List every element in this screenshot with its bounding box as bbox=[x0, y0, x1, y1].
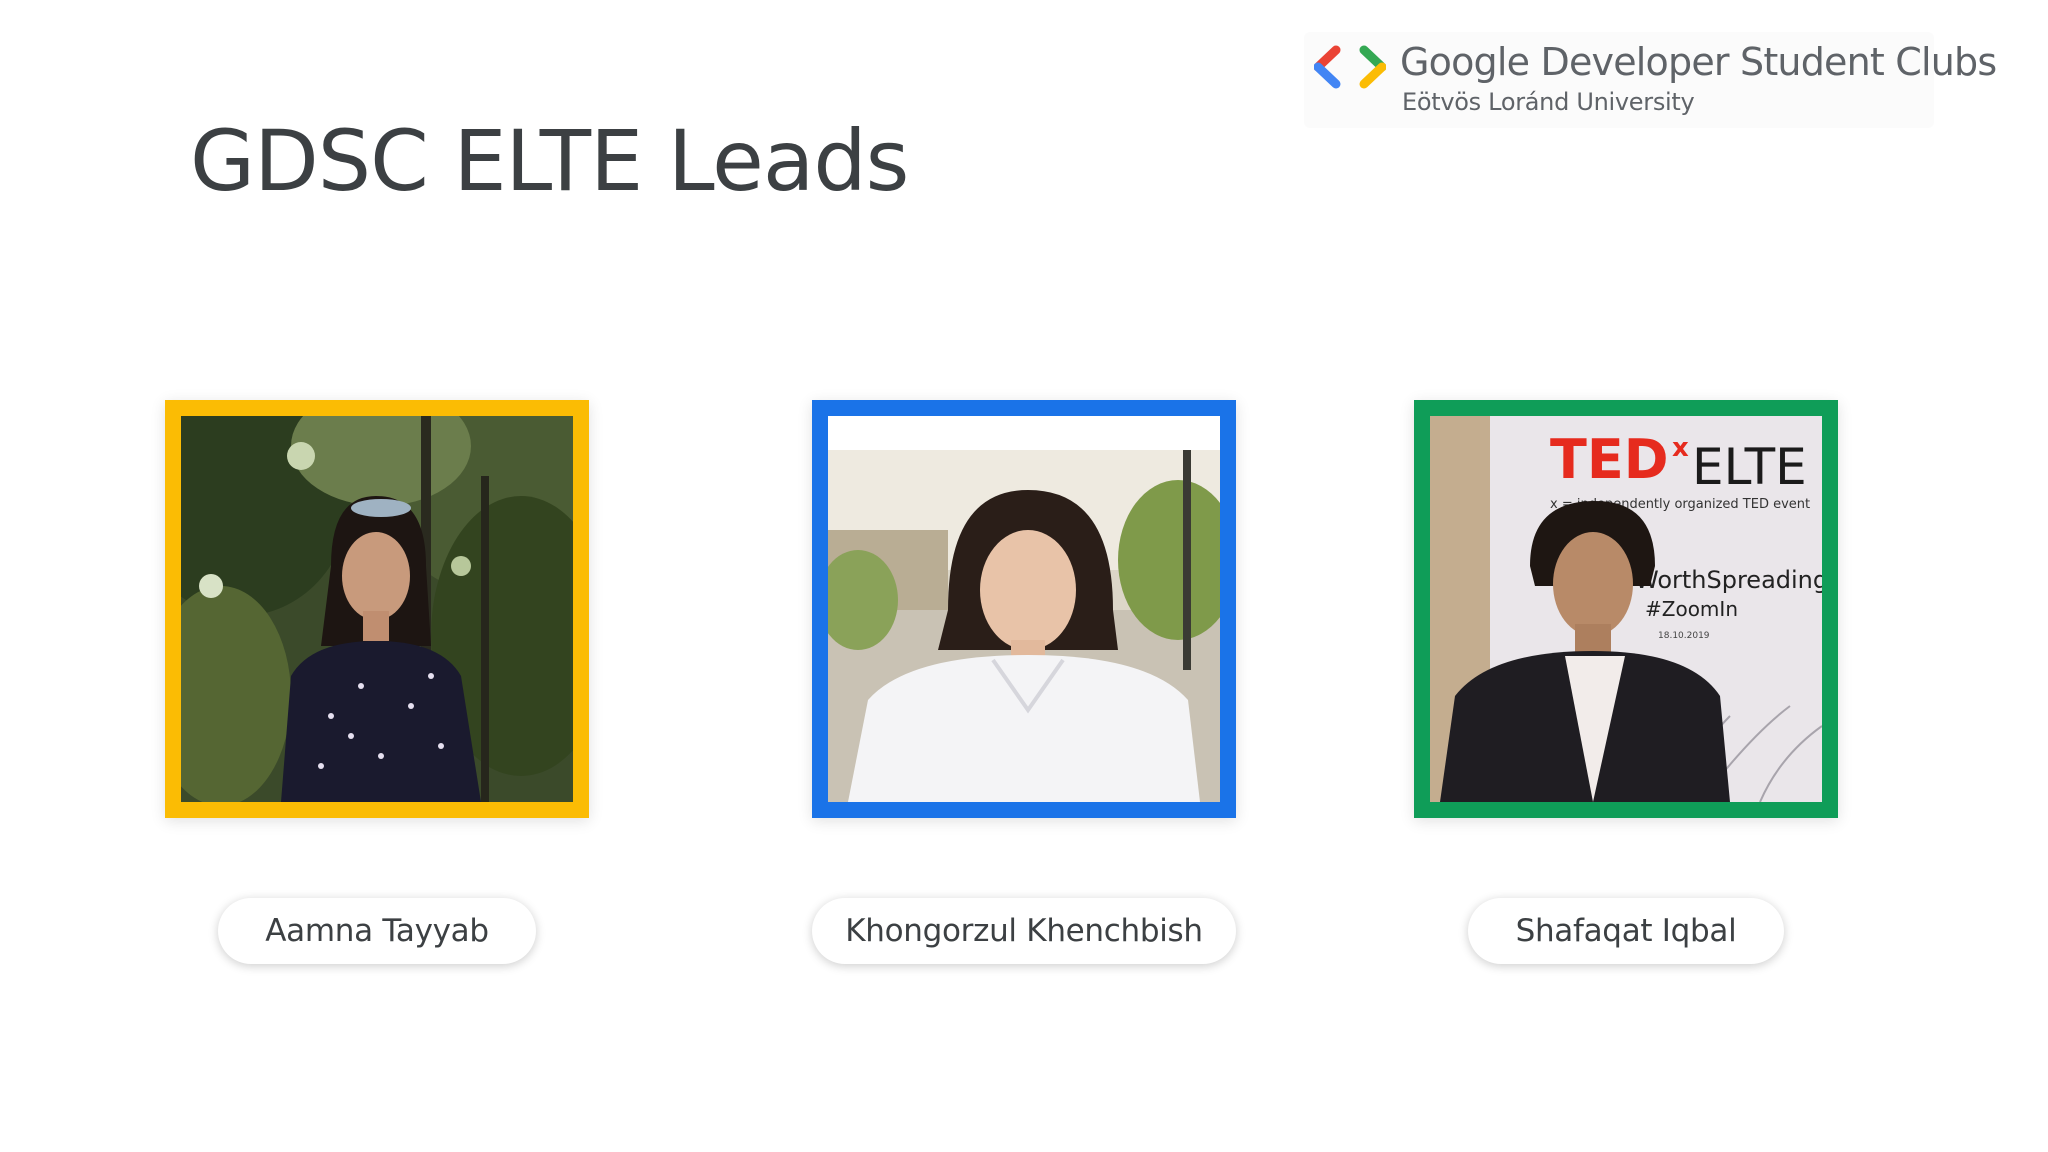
lead-photo-frame-khongorzul bbox=[812, 400, 1236, 818]
logo-subtitle: Eötvös Loránd University bbox=[1402, 88, 1695, 116]
slide: Google Developer Student Clubs Eötvös Lo… bbox=[0, 0, 2048, 1152]
ted-x-text: x bbox=[1672, 433, 1689, 463]
slide-title: GDSC ELTE Leads bbox=[190, 112, 909, 210]
ted-hashtag-1: WorthSpreading bbox=[1635, 566, 1822, 594]
lead-photo-frame-aamna bbox=[165, 400, 589, 818]
lead-name-badge: Khongorzul Khenchbish bbox=[812, 898, 1236, 964]
lead-photo-aamna bbox=[181, 416, 573, 802]
lead-name-badge: Aamna Tayyab bbox=[218, 898, 536, 964]
gdsc-brackets-icon bbox=[1314, 45, 1386, 89]
logo-title: Google Developer Student Clubs bbox=[1400, 40, 1997, 84]
ted-hashtag-2: #ZoomIn bbox=[1645, 597, 1738, 621]
ted-brand-text: TED bbox=[1550, 428, 1669, 491]
ted-elte-text: ELTE bbox=[1692, 438, 1807, 496]
ted-date: 18.10.2019 bbox=[1658, 631, 1710, 641]
lead-name-badge: Shafaqat Iqbal bbox=[1468, 898, 1784, 964]
gdsc-logo: Google Developer Student Clubs Eötvös Lo… bbox=[1304, 32, 1997, 128]
lead-photo-frame-shafaqat: TED x ELTE x = independently organized T… bbox=[1414, 400, 1838, 818]
lead-photo-khongorzul bbox=[828, 450, 1220, 802]
lead-photo-shafaqat: TED x ELTE x = independently organized T… bbox=[1430, 416, 1822, 802]
